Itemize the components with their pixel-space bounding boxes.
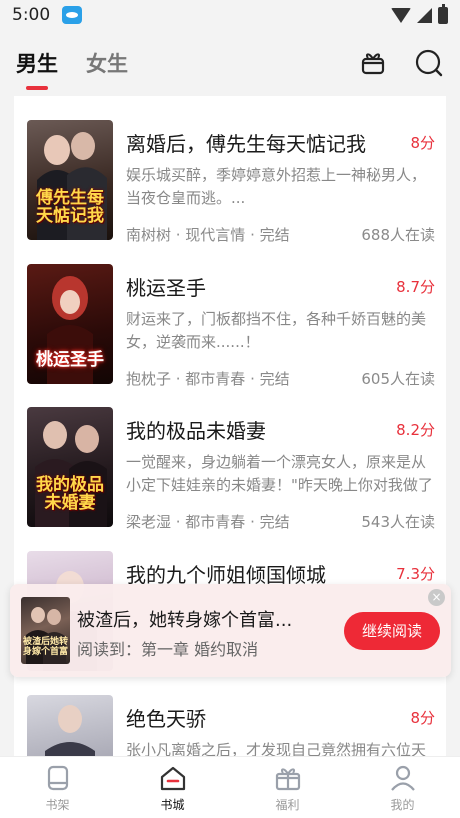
nav-bookshelf[interactable]: 书架 (0, 757, 115, 818)
book-readers: 605人在读 (361, 370, 435, 388)
nav-label: 书城 (160, 798, 185, 812)
book-cover (27, 695, 113, 756)
profile-icon (390, 765, 415, 791)
close-icon[interactable]: × (428, 589, 445, 606)
book-description: 娱乐城买醉，季婷婷意外招惹上一神秘男人，当夜仓皇而逃。... (126, 166, 427, 207)
book-description: 一觉醒来，身边躺着一个漂亮女人，原来是从小定下娃娃亲的未婚妻！"昨天晚上你对我做… (126, 453, 433, 494)
book-title: 桃运圣手 (126, 276, 206, 300)
book-item[interactable]: 傅先生每天惦记我 离婚后，傅先生每天惦记我 8分 娱乐城买醉，季婷婷意外招惹上一… (14, 120, 446, 264)
popup-cover-title: 被渣后她转身嫁个首富 (23, 637, 69, 658)
search-button[interactable] (414, 48, 444, 78)
book-score: 7.3分 (396, 565, 435, 583)
status-time: 5:00 (12, 5, 51, 25)
gift-box-button[interactable] (358, 48, 388, 78)
search-icon (415, 49, 443, 77)
tab-female[interactable]: 女生 (86, 48, 128, 78)
header: 男生 女生 (0, 30, 460, 96)
popup-book-cover: 被渣后她转身嫁个首富 (21, 597, 70, 664)
gift-box-icon (361, 53, 385, 75)
book-cover: 傅先生每天惦记我 (27, 120, 113, 240)
book-cover-title: 我的极品未婚妻 (36, 475, 104, 514)
continue-reading-popup[interactable]: 被渣后她转身嫁个首富 被渣后，她转身嫁个首富... 阅读到：第一章 婚约取消 继… (10, 584, 451, 677)
status-indicators (391, 3, 448, 24)
book-meta: 抱枕子 · 都市青春 · 完结 (126, 370, 290, 388)
book-readers: 688人在读 (361, 226, 435, 244)
status-bar: 5:00 (0, 0, 460, 30)
cover-figure-icon (45, 705, 95, 756)
app-notification-icon (62, 6, 83, 24)
book-item[interactable]: 我的极品未婚妻 我的极品未婚妻 8.2分 一觉醒来，身边躺着一个漂亮女人，原来是… (14, 407, 446, 551)
popup-book-title: 被渣后，她转身嫁个首富... (77, 610, 293, 631)
bookstore-icon (160, 766, 185, 791)
book-readers: 543人在读 (361, 513, 435, 531)
book-cover: 桃运圣手 (27, 264, 113, 384)
book-score: 8分 (410, 134, 435, 152)
book-cover-title: 桃运圣手 (36, 350, 104, 371)
nav-profile[interactable]: 我的 (345, 757, 460, 818)
book-score: 8.2分 (396, 421, 435, 439)
book-item[interactable]: 桃运圣手 桃运圣手 8.7分 财运来了，门板都挡不住，各种千娇百魅的美女，逆袭而… (14, 264, 446, 408)
nav-bookstore[interactable]: 书城 (115, 757, 230, 818)
signal-icon (417, 7, 432, 23)
book-meta: 梁老湿 · 都市青春 · 完结 (126, 513, 290, 531)
battery-icon (438, 3, 448, 24)
tab-male[interactable]: 男生 (16, 48, 58, 90)
book-score: 8分 (410, 709, 435, 727)
book-description: 张小凡离婚之后，才发现自己竟然拥有六位天下 (126, 741, 427, 756)
continue-reading-button[interactable]: 继续阅读 (344, 612, 440, 650)
nav-label: 福利 (275, 798, 300, 812)
book-title: 绝色天骄 (126, 707, 206, 731)
bottom-nav: 书架 书城 福利 我的 (0, 756, 460, 818)
book-title: 我的极品未婚妻 (126, 419, 266, 443)
book-meta: 南树树 · 现代言情 · 完结 (126, 226, 290, 244)
nav-label: 书架 (45, 798, 70, 812)
popup-reading-progress: 阅读到：第一章 婚约取消 (77, 640, 259, 659)
book-cover-title: 傅先生每天惦记我 (36, 188, 104, 227)
gift-icon (275, 768, 300, 791)
book-item[interactable]: 绝色天骄 8分 张小凡离婚之后，才发现自己竟然拥有六位天下 (14, 695, 446, 756)
book-title: 离婚后，傅先生每天惦记我 (126, 132, 366, 156)
book-cover: 我的极品未婚妻 (27, 407, 113, 527)
nav-welfare[interactable]: 福利 (230, 757, 345, 818)
nav-label: 我的 (390, 798, 415, 812)
book-score: 8.7分 (396, 278, 435, 296)
header-actions (358, 48, 444, 78)
bookshelf-icon (47, 765, 68, 791)
wifi-icon (391, 7, 411, 23)
book-description: 财运来了，门板都挡不住，各种千娇百魅的美女，逆袭而来......！ (126, 310, 427, 351)
